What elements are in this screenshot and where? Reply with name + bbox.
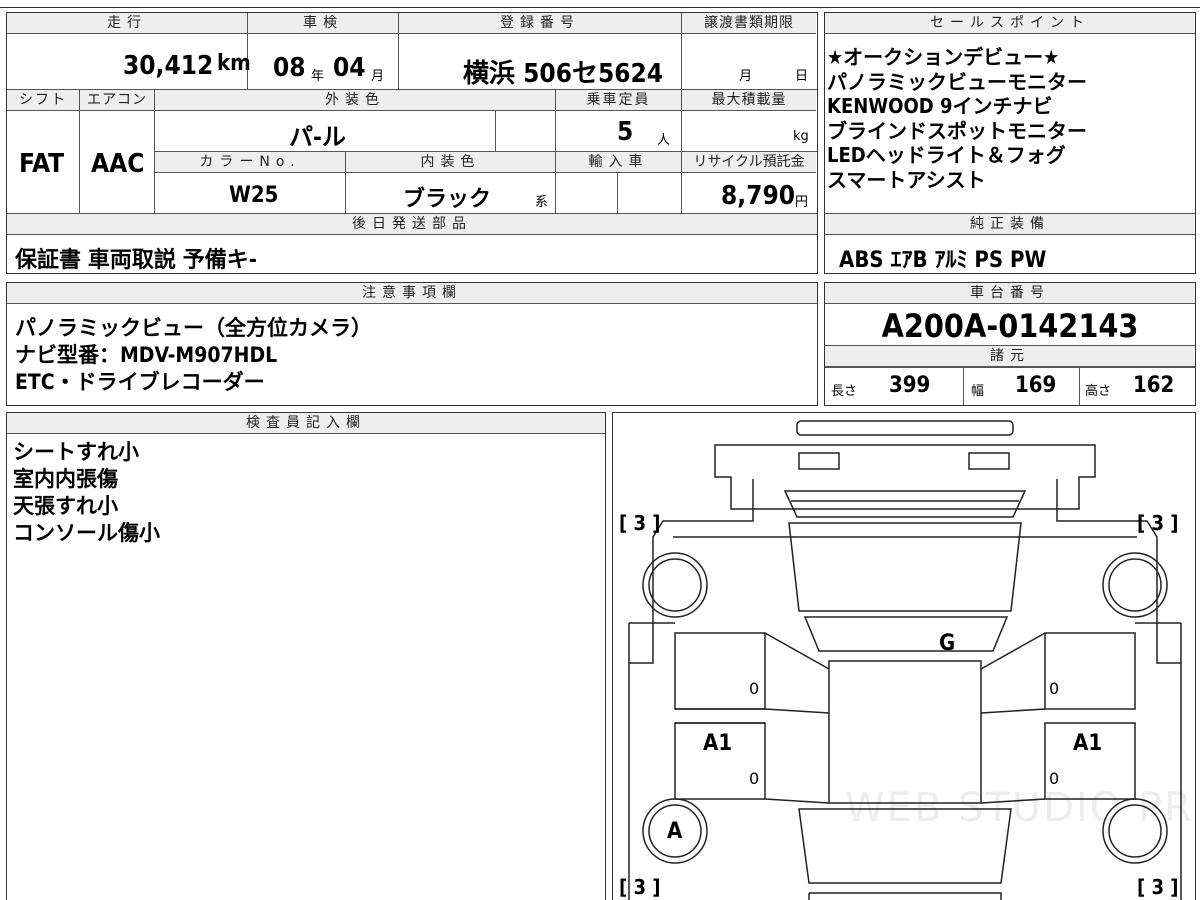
color-no-header: カラーNo. [155,152,345,173]
tire-front-left: [ 3 ] [619,511,661,535]
inspection-month: 04 [333,53,366,83]
later-parts-header: 後日発送部品 [7,214,817,235]
sales-points-box: セールスポイント ★オークションデビュー★ パノラミックビューモニター KENW… [824,12,1196,274]
sales-point-item: LEDヘッドライト＆フォグ [827,143,1066,167]
capacity-value: 5 [617,117,634,147]
inspection-month-unit: 月 [371,69,385,84]
chassis-specs-box: 車台番号 A200A-0142143 諸元 長さ 399 幅 169 高さ 16… [824,282,1196,406]
sales-point-item: スマートアシスト [827,167,986,192]
color-no-value: W25 [229,183,279,208]
interior-suffix: 系 [535,195,549,210]
damage-mark-g: G [939,631,956,656]
genuine-equipment-value: ABS ｴｱB ｱﾙﾐ PS PW [839,248,1047,273]
registration-header: 登録番号 [399,13,681,34]
mileage-header: 走行 [7,13,247,34]
max-load-header: 最大積載量 [682,90,816,111]
transfer-day: 日 [795,69,809,84]
sales-point-item: ブラインドスポットモニター [827,118,1087,143]
damage-mark-a1-right: A1 [1073,731,1103,756]
exterior-color-value: パ-ル [289,123,346,151]
damage-mark-a: A [667,819,683,844]
capacity-header: 乗車定員 [556,90,681,111]
panel-zero: 0 [749,679,760,698]
height-value: 162 [1133,373,1175,398]
shift-value: FAT [19,149,65,179]
chassis-no-header: 車台番号 [825,283,1195,304]
damage-mark-a1-left: A1 [703,731,733,756]
length-value: 399 [889,373,931,398]
aircon-value: AAC [91,149,145,179]
notes-list: パノラミックビュー（全方位カメラ） ナビ型番：MDV-M907HDL ETC・ド… [15,315,372,396]
tire-front-right: [ 3 ] [1137,511,1179,535]
sales-points-list: ★オークションデビュー★ パノラミックビューモニター KENWOOD 9インチナ… [827,45,1087,192]
inspector-note-item: シートすれ小 [13,440,139,464]
recycle-header: リサイクル預託金 [682,152,816,173]
tire-rear-right: [ 3 ] [1137,875,1179,899]
registration-number: 横浜 506セ5624 [463,59,664,89]
max-load-unit: kg [793,129,809,144]
exterior-color-header: 外装色 [155,90,555,111]
note-item: ETC・ドライブレコーダー [15,370,265,394]
interior-color-header: 内装色 [346,152,555,173]
genuine-equipment-header: 純正装備 [825,214,1195,235]
sales-points-header: セールスポイント [825,13,1195,34]
inspection-year-unit: 年 [311,69,325,84]
capacity-unit: 人 [657,133,671,148]
inspection-year: 08 [273,53,306,83]
top-strip [0,0,1200,8]
length-label: 長さ [831,384,858,399]
inspector-header: 検査員記入欄 [7,413,605,434]
tire-rear-left: [ 3 ] [619,875,661,899]
inspection-header: 車検 [248,13,398,34]
chassis-no-value: A200A-0142143 [881,307,1139,345]
damage-diagram-box: [ 3 ] [ 3 ] [ 3 ] [ 3 ] G A1 A1 A 0 0 0 … [612,412,1196,900]
sales-point-item: パノラミックビューモニター [827,69,1087,94]
recycle-unit: 円 [795,195,809,210]
transfer-deadline-header: 譲渡書類期限 [682,13,816,34]
shift-header: シフト [7,90,79,111]
width-label: 幅 [971,384,985,399]
inspector-note-item: 室内内張傷 [13,467,118,491]
inspector-notes-list: シートすれ小 室内内張傷 天張すれ小 コンソール傷小 [13,439,160,547]
height-label: 高さ [1085,384,1112,399]
specs-header: 諸元 [825,346,1195,367]
panel-zero: 0 [749,769,760,788]
sales-point-item: KENWOOD 9インチナビ [827,94,1053,118]
panel-zero: 0 [1049,679,1060,698]
notes-box: 注意事項欄 パノラミックビュー（全方位カメラ） ナビ型番：MDV-M907HDL… [6,282,818,406]
later-parts-value: 保証書 車両取説 予備キ- [15,248,257,273]
sales-point-item: ★オークションデビュー★ [827,45,1060,69]
watermark: WEB STUDIO PRO [845,785,1196,831]
vehicle-info-table: 走行 車検 登録番号 譲渡書類期限 30,412 km 08 年 04 月 横浜… [6,12,818,274]
note-item: パノラミックビュー（全方位カメラ） [15,316,372,340]
interior-color-value: ブラック [403,187,492,212]
width-value: 169 [1015,373,1057,398]
mileage-value: 30,412 [123,51,214,81]
notes-header: 注意事項欄 [7,283,817,304]
recycle-value: 8,790 [721,181,795,211]
inspector-note-item: コンソール傷小 [13,521,160,545]
aircon-header: エアコン [80,90,154,111]
inspector-box: 検査員記入欄 シートすれ小 室内内張傷 天張すれ小 コンソール傷小 [6,412,606,900]
transfer-month: 月 [739,69,753,84]
import-header: 輸入車 [556,152,681,173]
mileage-unit: km [217,51,251,76]
note-item: ナビ型番：MDV-M907HDL [15,343,278,367]
inspector-note-item: 天張すれ小 [13,494,118,518]
